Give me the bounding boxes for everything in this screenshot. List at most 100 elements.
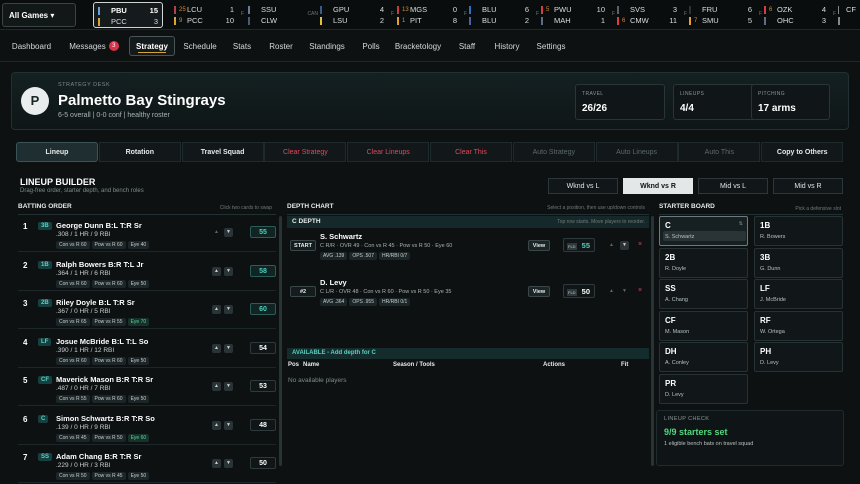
game-7[interactable]: SVS 3 6 CMW 11 F <box>613 2 687 28</box>
depth-tag: HR/RBI 0/7 <box>379 252 411 260</box>
slot-position: 2B <box>665 252 676 262</box>
game-team-line: BLU 2 <box>469 15 529 26</box>
batting-row[interactable]: 6 C Simon Schwartz B:R T:R So .139 / 0 HR /… <box>18 409 276 445</box>
action-auto-this[interactable]: Auto This <box>678 142 761 162</box>
game-6[interactable]: 5 PWU 10 MAH 1 F <box>537 2 615 28</box>
game-10[interactable]: CF <box>834 2 860 28</box>
nav-roster[interactable]: Roster <box>264 36 298 56</box>
move-up-icon[interactable]: ▲ <box>607 241 616 250</box>
move-up-icon[interactable]: ▲ <box>212 382 221 391</box>
move-up-icon[interactable]: ▲ <box>212 305 221 314</box>
nav-standings[interactable]: Standings <box>305 36 349 56</box>
game-0[interactable]: PBU 15 PCC 3 <box>93 2 163 28</box>
game-8[interactable]: FRU 6 7 SMU 5 F <box>685 2 762 28</box>
nav-stats[interactable]: Stats <box>228 36 256 56</box>
rating-tag: Pow vs R 50 <box>91 433 126 442</box>
game-4[interactable]: 13 MGS 0 1 PIT 8 F <box>393 2 467 28</box>
game-team-line: 9 PCC 10 <box>174 15 234 26</box>
game-9[interactable]: 6 OZK 4 OHC 3 F <box>760 2 836 28</box>
move-down-icon[interactable]: ▼ <box>224 420 233 430</box>
game-team-line: 13 MGS 0 <box>397 4 457 15</box>
batting-row[interactable]: 1 3B George Dunn B:L T:R Sr .308 / 1 HR / 9… <box>18 216 276 252</box>
stat-line: .487 / 0 HR / 7 RBI <box>56 385 111 392</box>
slot-ss[interactable]: SS A. Chang <box>659 279 748 309</box>
action-clear-lineups[interactable]: Clear Lineups <box>347 142 430 162</box>
batting-row[interactable]: 2 1B Ralph Bowers B:R T:L Jr .364 / 1 HR / … <box>18 255 276 291</box>
remove-icon[interactable]: × <box>638 287 642 294</box>
game-1[interactable]: 25 LCU 1 9 PCC 10 F <box>170 2 244 28</box>
batting-order-header: BATTING ORDER Click two cards to swap <box>18 203 276 215</box>
team-rank: 25 <box>179 6 186 13</box>
batting-row[interactable]: 7 SS Adam Chang B:R T:R Sr .229 / 0 HR / 3 … <box>18 447 276 483</box>
move-down-icon[interactable]: ▼ <box>224 305 233 314</box>
depth-scrollbar[interactable] <box>651 216 654 466</box>
slot-position: PH <box>760 347 772 356</box>
split-wknd-vs-l[interactable]: Wknd vs L <box>548 178 618 194</box>
action-clear-strategy[interactable]: Clear Strategy <box>264 142 347 162</box>
team-color-bar <box>469 16 471 25</box>
action-travel-squad[interactable]: Travel Squad <box>181 142 264 162</box>
move-down-icon[interactable]: ▼ <box>620 287 629 296</box>
nav-strategy[interactable]: Strategy <box>129 36 175 56</box>
slot-c[interactable]: ⇅ C S. Schwartz <box>659 216 748 246</box>
slot-2b[interactable]: 2B R. Doyle <box>659 247 748 278</box>
move-down-icon[interactable]: ▼ <box>224 266 233 276</box>
team-abbr: MGS <box>410 5 428 14</box>
remove-icon[interactable]: × <box>638 241 642 248</box>
move-up-icon[interactable]: ▲ <box>607 287 616 296</box>
view-button[interactable]: View <box>528 286 550 297</box>
move-up-icon[interactable]: ▲ <box>212 228 221 237</box>
nav-dashboard[interactable]: Dashboard <box>8 36 55 56</box>
team-header: P STRATEGY DESK Palmetto Bay Stingrays 6… <box>11 72 849 130</box>
team-abbr: SMU <box>702 16 719 25</box>
action-rotation[interactable]: Rotation <box>98 142 181 162</box>
game-5[interactable]: BLU 6 BLU 2 F <box>465 2 539 28</box>
batting-row[interactable]: 4 LF Josue McBride B:L T:L So .390 / 1 HR /… <box>18 332 276 368</box>
rating-tag: Eye 60 <box>127 433 150 442</box>
slot-3b[interactable]: 3B G. Dunn <box>754 247 843 278</box>
game-2[interactable]: SSU CLW CAN <box>244 2 318 28</box>
move-down-icon[interactable]: ▼ <box>224 343 233 353</box>
games-filter-select[interactable]: All Games ▾ <box>2 3 76 27</box>
split-mid-vs-r[interactable]: Mid vs R <box>773 178 843 194</box>
move-down-icon[interactable]: ▼ <box>620 241 629 250</box>
slot-ph[interactable]: PH D. Levy <box>754 342 843 372</box>
split-wknd-vs-r[interactable]: Wknd vs R <box>623 178 693 194</box>
slot-lf[interactable]: LF J. McBride <box>754 279 843 309</box>
move-down-icon[interactable]: ▼ <box>224 228 233 237</box>
player-name: Maverick Mason <box>56 375 114 384</box>
nav-history[interactable]: History <box>489 36 525 56</box>
move-down-icon[interactable]: ▼ <box>224 459 233 468</box>
batting-row[interactable]: 5 CF Maverick Mason B:R T:R Sr .487 / 0 HR … <box>18 370 276 406</box>
slot-cf[interactable]: CF M. Mason <box>659 310 748 341</box>
nav-messages[interactable]: Messages 3 <box>63 36 125 56</box>
lineup-score: 48 <box>250 418 276 431</box>
depth-row[interactable]: #2 D. Levy C L/R · OVR 48 · Con vs R 60 · … <box>287 276 649 310</box>
move-up-icon[interactable]: ▲ <box>212 343 221 353</box>
nav-bracketology[interactable]: Bracketology <box>390 36 446 56</box>
depth-row[interactable]: START S. Schwartz C R/R · OVR 49 · Con vs … <box>287 230 649 264</box>
batting-scrollbar[interactable] <box>279 216 282 466</box>
slot-pr[interactable]: PR D. Levy <box>659 373 748 404</box>
split-mid-vs-l[interactable]: Mid vs L <box>698 178 768 194</box>
move-up-icon[interactable]: ▲ <box>212 266 221 276</box>
action-clear-this[interactable]: Clear This <box>430 142 512 162</box>
view-button[interactable]: View <box>528 240 550 251</box>
move-down-icon[interactable]: ▼ <box>224 382 233 391</box>
move-up-icon[interactable]: ▲ <box>212 459 221 468</box>
action-auto-lineups[interactable]: Auto Lineups <box>595 142 678 162</box>
team-score: 10 <box>596 5 605 14</box>
slot-1b[interactable]: 1B R. Bowers <box>754 216 843 246</box>
action-auto-strategy[interactable]: Auto Strategy <box>512 142 595 162</box>
nav-staff[interactable]: Staff <box>452 36 482 56</box>
slot-rf[interactable]: RF W. Ortega <box>754 310 843 341</box>
slot-dh[interactable]: DH A. Conley <box>659 342 748 372</box>
nav-schedule[interactable]: Schedule <box>180 36 220 56</box>
batting-row[interactable]: 3 2B Riley Doyle B:L T:R Sr .367 / 0 HR / 5… <box>18 293 276 329</box>
nav-settings[interactable]: Settings <box>532 36 570 56</box>
move-up-icon[interactable]: ▲ <box>212 420 221 430</box>
action-lineup[interactable]: Lineup <box>16 142 98 162</box>
action-copy-to-others[interactable]: Copy to Others <box>761 142 844 162</box>
game-3[interactable]: GPU 4 LSU 2 F <box>316 2 394 28</box>
nav-polls[interactable]: Polls <box>357 36 385 56</box>
